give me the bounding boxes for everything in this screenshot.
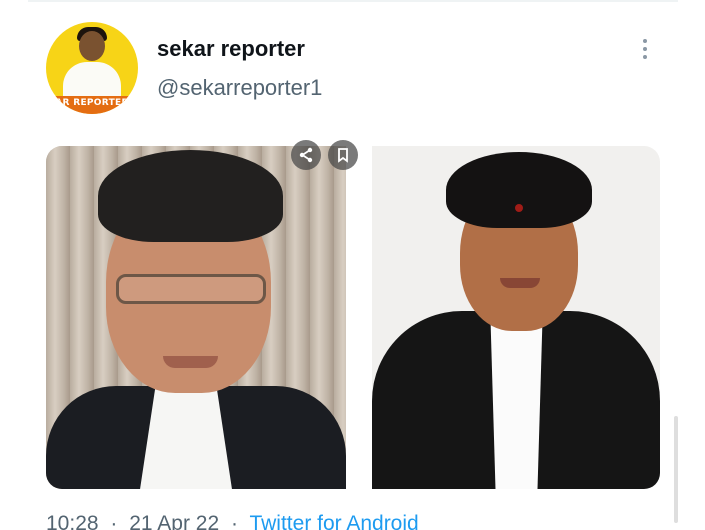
avatar-face [79, 31, 105, 61]
mouth [163, 356, 218, 368]
more-options-button[interactable] [630, 34, 660, 64]
source-link[interactable]: Twitter for Android [249, 512, 418, 530]
hair [98, 150, 283, 242]
tweet-time[interactable]: 10:28 [46, 512, 99, 530]
share-glyph [299, 147, 313, 163]
photo-female-judge[interactable] [372, 146, 660, 489]
top-divider [28, 0, 678, 2]
user-handle[interactable]: @sekarreporter1 [157, 75, 322, 101]
scrollbar[interactable] [674, 416, 678, 523]
tweet-media-grid [46, 146, 660, 489]
bookmark-glyph [338, 148, 348, 163]
more-dot [643, 39, 647, 43]
tweet-timestamp-row: 10:28 · 21 Apr 22 · Twitter for Android [46, 512, 419, 530]
avatar[interactable]: AR REPORTER [46, 22, 138, 114]
bookmark-icon[interactable] [328, 140, 358, 170]
photo-male-judge[interactable] [46, 146, 346, 489]
more-dot [643, 47, 647, 51]
bindi [515, 204, 523, 212]
tweet-date[interactable]: 21 Apr 22 [129, 512, 219, 530]
separator-dot: · [231, 512, 238, 530]
mouth [500, 278, 540, 288]
display-name[interactable]: sekar reporter [157, 36, 305, 62]
hair [446, 152, 592, 228]
share-icon[interactable] [291, 140, 321, 170]
glasses [116, 274, 266, 304]
avatar-badge-text: AR REPORTER [55, 98, 129, 108]
more-dot [643, 55, 647, 59]
tweet-detail-page: AR REPORTER sekar reporter @sekarreporte… [0, 0, 705, 530]
separator-dot: · [110, 512, 118, 530]
